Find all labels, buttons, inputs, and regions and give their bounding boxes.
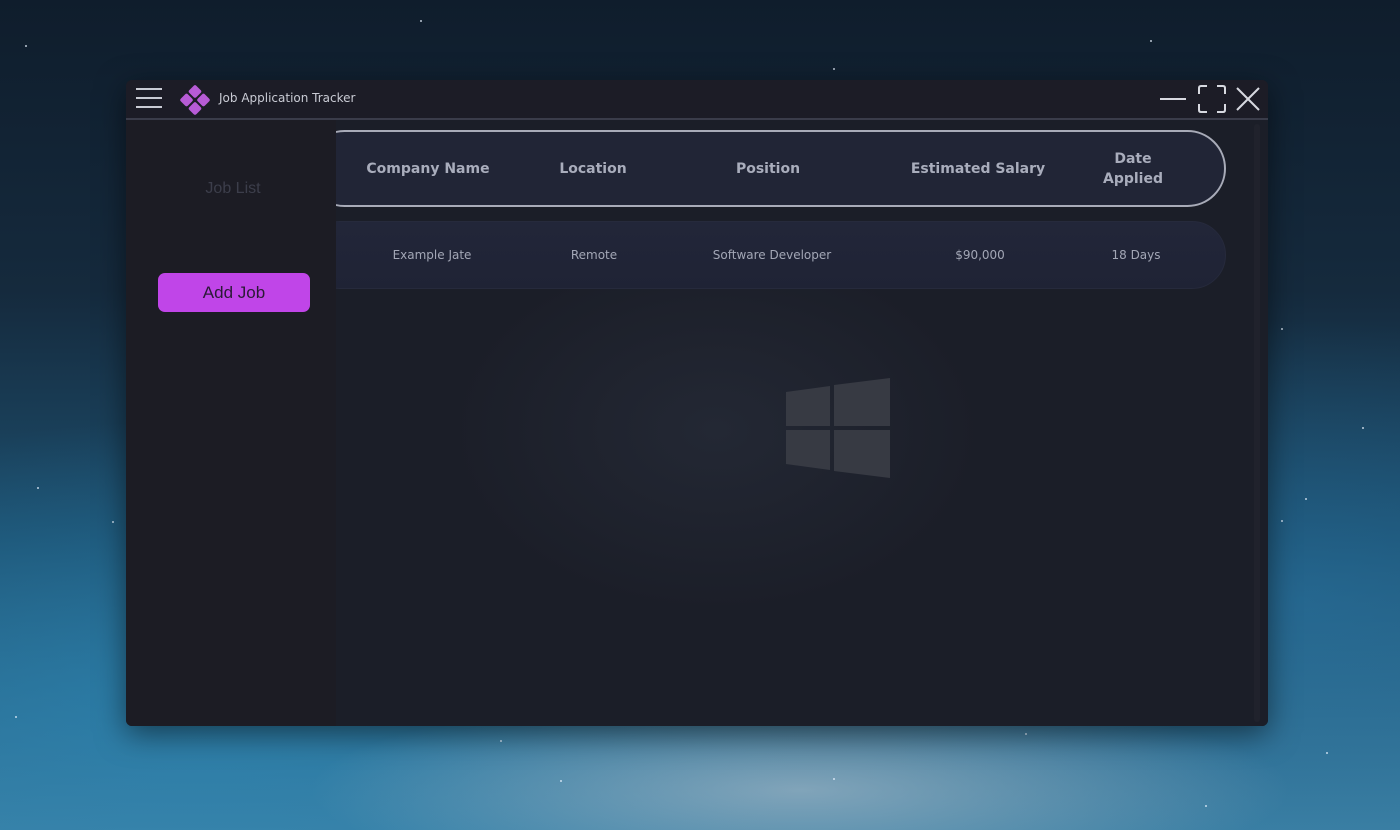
cell-date-applied: 18 Days [1111, 248, 1161, 262]
app-window: Job Application Tracker Job List Add Job… [126, 80, 1268, 726]
maximize-icon[interactable] [1197, 84, 1227, 114]
cell-estimated-salary: $90,000 [955, 248, 1005, 262]
table-header: Company Name Location Position Estimated… [336, 130, 1226, 207]
column-header-date-applied[interactable]: Date Applied [1095, 132, 1171, 205]
column-header-company-name[interactable]: Company Name [348, 132, 508, 205]
column-header-estimated-salary[interactable]: Estimated Salary [888, 132, 1068, 205]
title-bar: Job Application Tracker [126, 80, 1268, 120]
windows-logo-icon [786, 378, 890, 478]
cell-company-name: Example Jate [392, 248, 472, 262]
job-list-panel: Company Name Location Position Estimated… [336, 120, 1268, 726]
table-row[interactable]: Example Jate Remote Software Developer $… [336, 221, 1226, 289]
minimize-icon[interactable] [1158, 84, 1188, 114]
sidebar: Job List Add Job [126, 120, 336, 726]
column-header-location[interactable]: Location [533, 132, 653, 205]
window-title: Job Application Tracker [219, 91, 356, 105]
sidebar-item-job-list[interactable]: Job List [126, 180, 340, 198]
cell-location: Remote [570, 248, 618, 262]
column-header-position[interactable]: Position [688, 132, 848, 205]
add-job-button[interactable]: Add Job [158, 273, 310, 312]
close-icon[interactable] [1233, 84, 1263, 114]
cell-position: Software Developer [712, 248, 832, 262]
diamond-logo-icon [180, 85, 210, 115]
hamburger-menu-icon[interactable] [136, 88, 162, 110]
vertical-scrollbar[interactable] [1254, 124, 1260, 722]
